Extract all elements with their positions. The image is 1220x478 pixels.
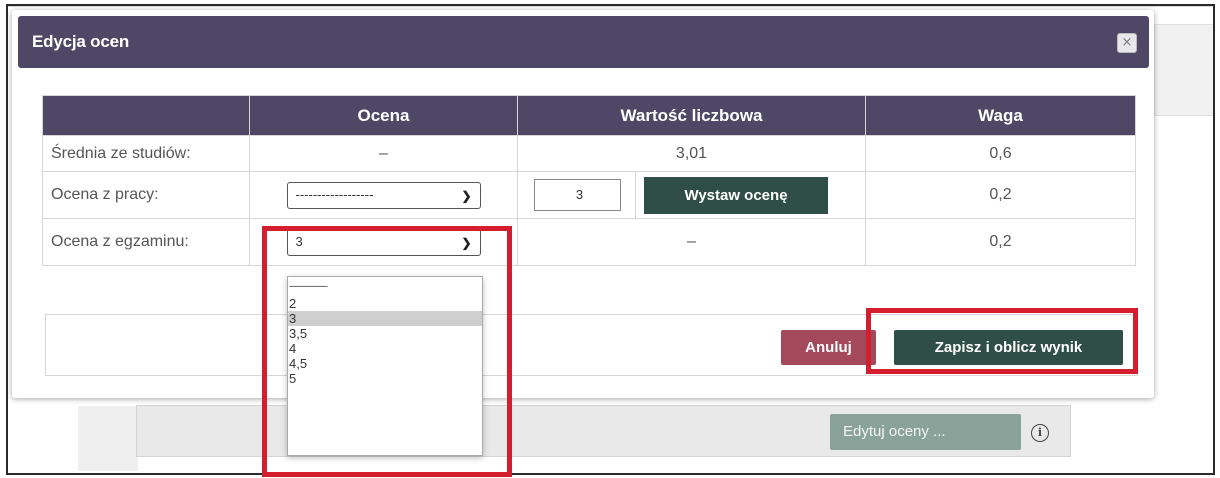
save-and-calculate-button[interactable]: Zapisz i oblicz wynik: [894, 330, 1123, 365]
thesis-grade-select[interactable]: ------------------ ❯: [286, 181, 481, 209]
dropdown-option[interactable]: 4: [288, 341, 482, 356]
column-header-grade: Ocena: [249, 95, 518, 136]
table-row: Ocena z egzaminu: 3 ❯ – 0,2: [42, 218, 1136, 266]
grade-cell: 3 ❯: [249, 218, 518, 266]
row-label: Ocena z pracy:: [42, 171, 250, 219]
edit-grades-button[interactable]: Edytuj oceny ...: [830, 414, 1021, 450]
dropdown-option[interactable]: 2: [288, 296, 482, 311]
value-cell: 3 Wystaw ocenę: [517, 171, 866, 219]
exam-grade-select[interactable]: 3 ❯: [286, 228, 481, 256]
table-row: Ocena z pracy: ------------------ ❯ 3 Wy…: [42, 171, 1136, 219]
close-icon[interactable]: ×: [1117, 33, 1137, 53]
background-strip: [78, 406, 138, 471]
grades-table: Ocena Wartość liczbowa Waga Średnia ze s…: [42, 95, 1136, 266]
weight-value: 0,2: [865, 218, 1136, 266]
grade-value: –: [249, 135, 518, 172]
row-label: Ocena z egzaminu:: [42, 218, 250, 266]
exam-grade-dropdown-list: ------------------- 2 3 3,5 4 4,5 5: [287, 276, 483, 456]
top-divider: [8, 6, 1213, 7]
select-value: ------------------: [295, 186, 374, 202]
dropdown-option[interactable]: -------------------: [288, 277, 482, 296]
info-icon[interactable]: i: [1031, 424, 1049, 442]
column-header-label: [42, 95, 250, 136]
select-value: 3: [295, 233, 303, 249]
column-header-value: Wartość liczbowa: [517, 95, 866, 136]
dropdown-option[interactable]: 4,5: [288, 356, 482, 371]
row-label: Średnia ze studiów:: [42, 135, 250, 172]
dialog-header: Edycja ocen ×: [18, 16, 1149, 68]
numeric-value: 3,01: [517, 135, 866, 172]
weight-value: 0,6: [865, 135, 1136, 172]
chevron-down-icon: ❯: [461, 235, 472, 250]
background-side-panel: [1154, 24, 1213, 116]
chevron-down-icon: ❯: [461, 188, 472, 203]
cell-divider: [635, 172, 636, 218]
grade-cell: ------------------ ❯: [249, 171, 518, 219]
dropdown-option[interactable]: 3,5: [288, 326, 482, 341]
numeric-value: –: [517, 218, 866, 266]
set-grade-button[interactable]: Wystaw ocenę: [644, 176, 828, 214]
thesis-value-input[interactable]: 3: [534, 179, 621, 211]
edit-grades-dialog: Edycja ocen × Ocena Wartość liczbowa Wag…: [12, 10, 1154, 398]
table-header-row: Ocena Wartość liczbowa Waga: [42, 95, 1136, 136]
table-row: Średnia ze studiów: – 3,01 0,6: [42, 135, 1136, 172]
dropdown-option[interactable]: 5: [288, 371, 482, 386]
value-cell-content: 3 Wystaw ocenę: [518, 172, 865, 218]
cancel-button[interactable]: Anuluj: [781, 330, 876, 365]
dialog-footer: Anuluj Zapisz i oblicz wynik: [45, 314, 1138, 376]
dialog-title: Edycja ocen: [32, 32, 130, 51]
column-header-weight: Waga: [865, 95, 1136, 136]
dropdown-option-selected[interactable]: 3: [288, 311, 482, 326]
weight-value: 0,2: [865, 171, 1136, 219]
